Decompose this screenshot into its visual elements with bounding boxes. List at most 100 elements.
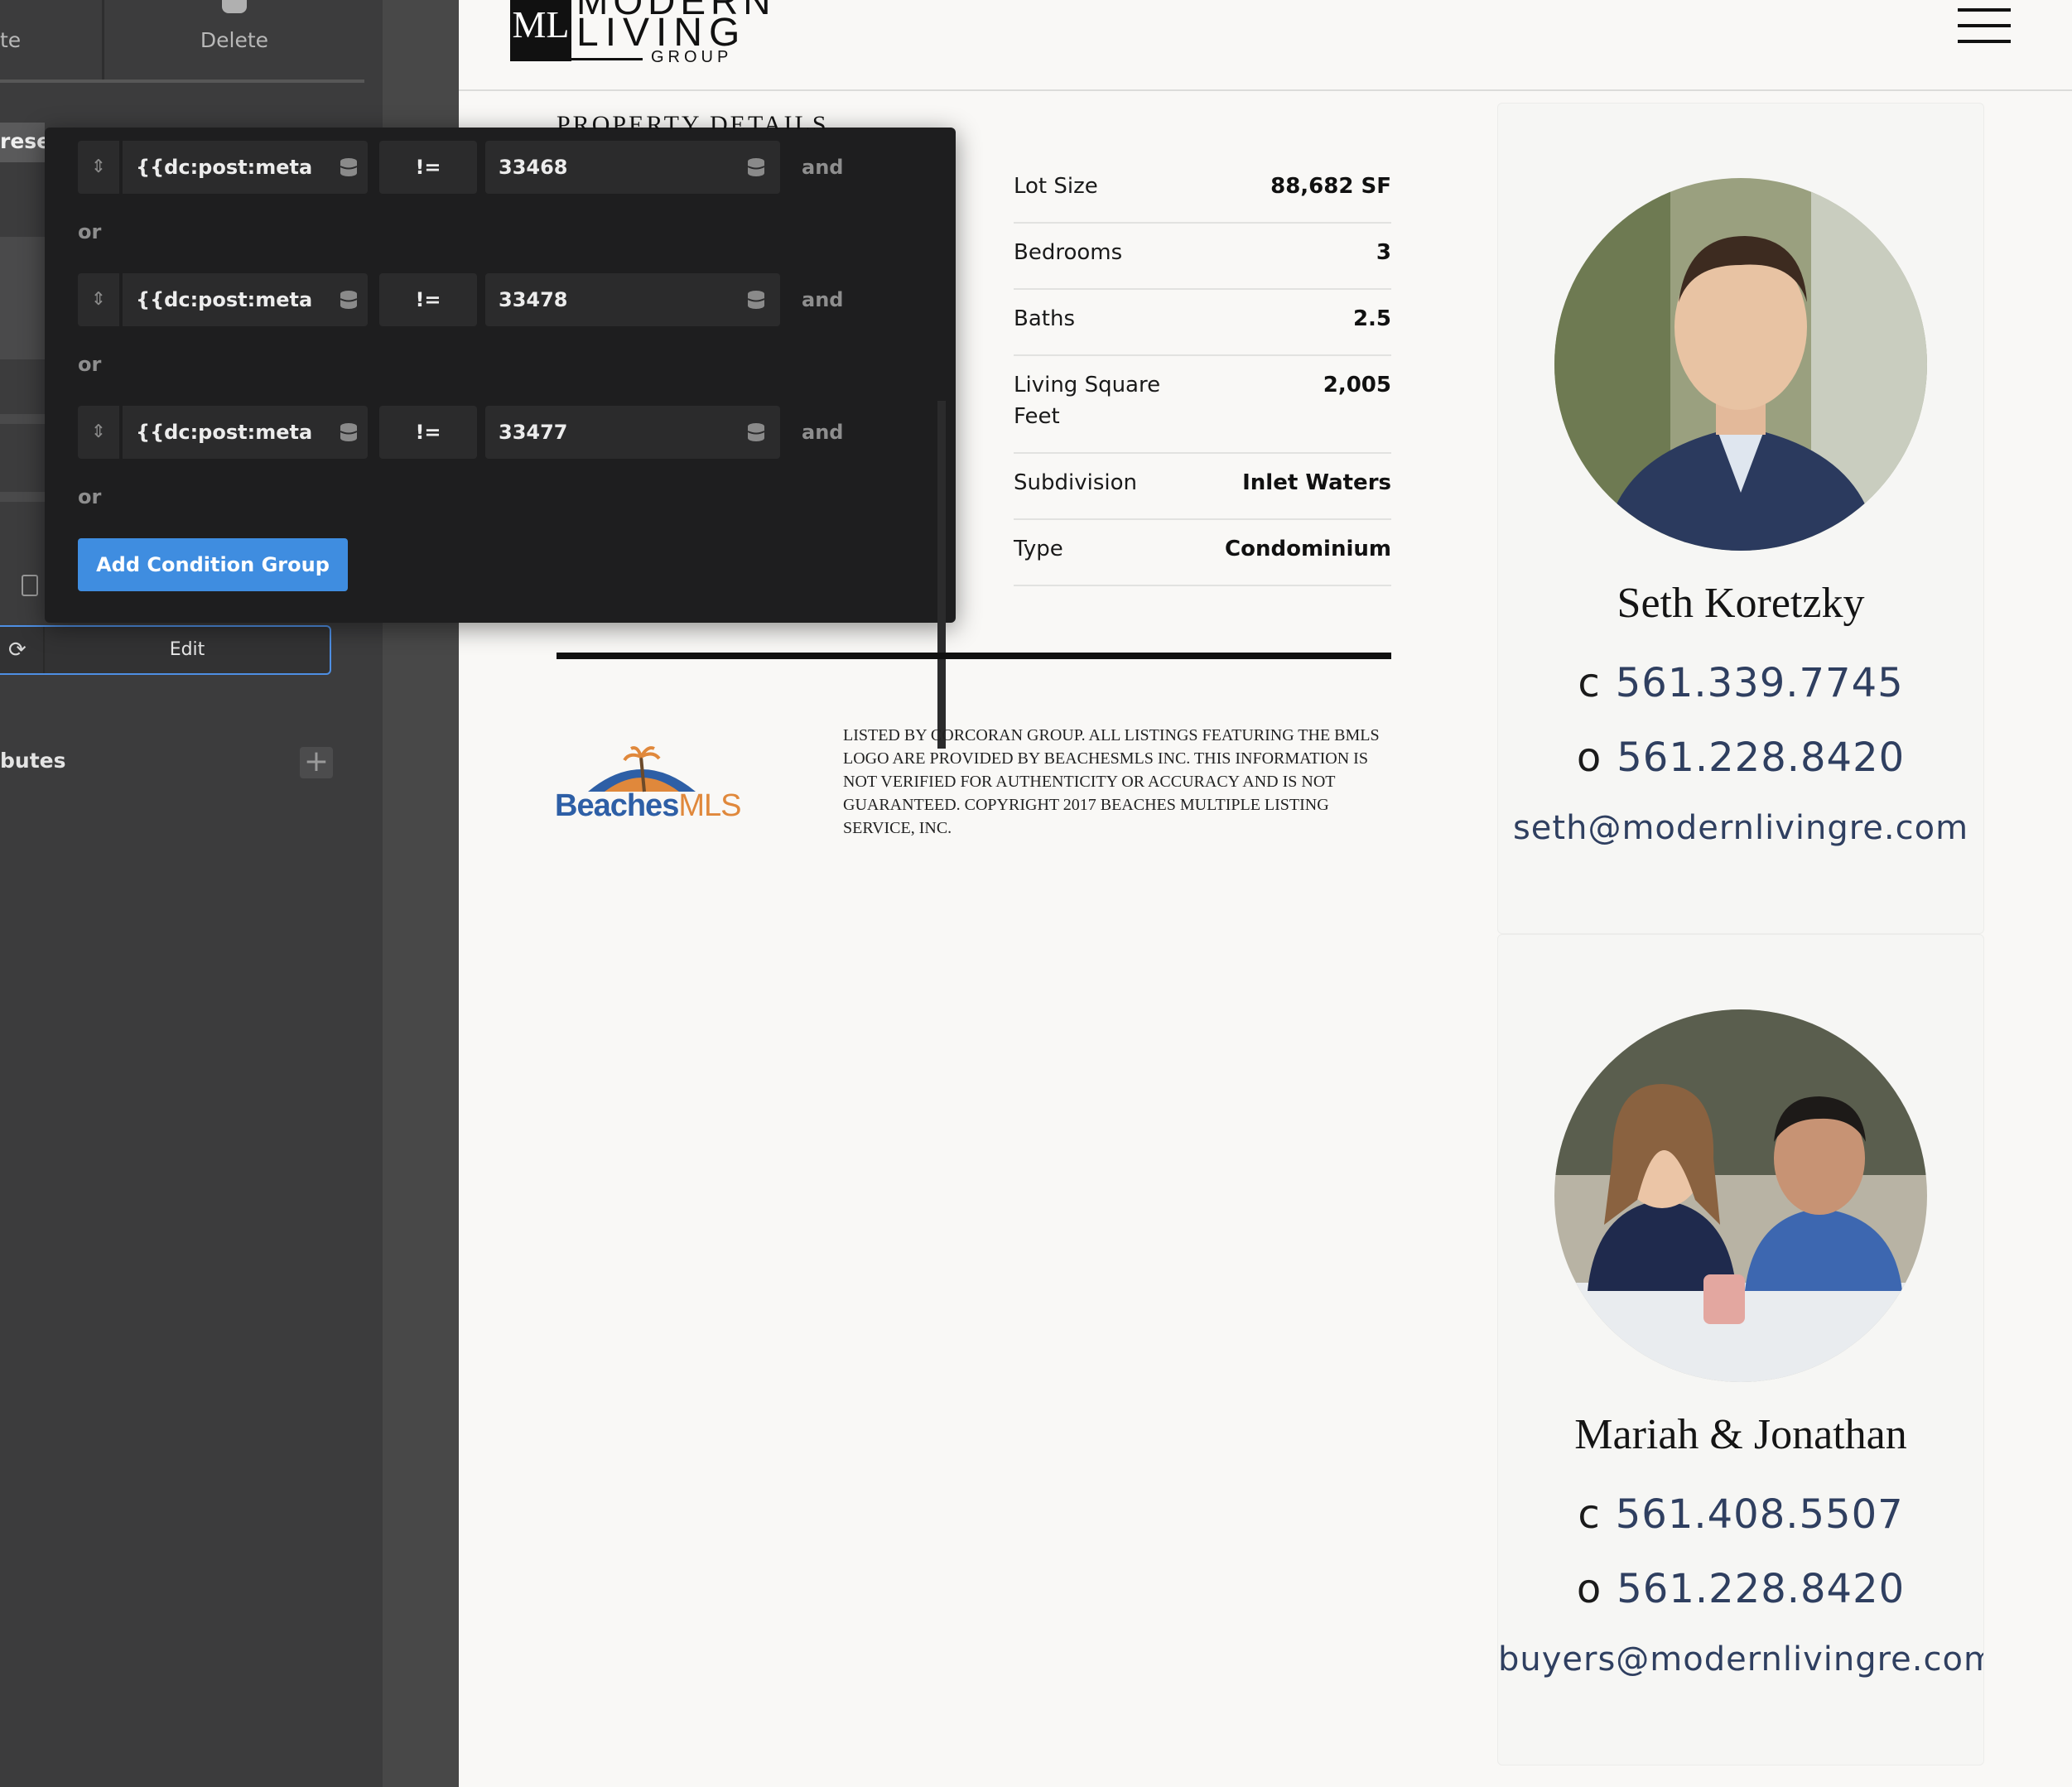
sort-handle-icon[interactable]: ⇕ (78, 273, 119, 326)
detail-label: Type (1014, 537, 1063, 561)
edit-button[interactable]: ⟳ Edit (0, 625, 331, 675)
or-separator: or (78, 220, 102, 243)
detail-row: Living Square Feet 2,005 (1014, 369, 1391, 454)
dynamic-content-icon[interactable] (340, 422, 358, 442)
condition-value-field[interactable]: 33477 (485, 406, 780, 459)
detail-label: Lot Size (1014, 174, 1098, 199)
edit-label: Edit (169, 639, 205, 660)
detail-row: Lot Size 88,682 SF (1014, 171, 1391, 224)
add-condition-group-button[interactable]: Add Condition Group (78, 538, 348, 591)
agent-card: Mariah & Jonathan c 561.408.5507 o 561.228… (1497, 934, 1984, 1765)
agent-card: Seth Koretzky c 561.339.7745 o 561.228.842… (1497, 103, 1984, 934)
agent-email-link[interactable]: seth@modernlivingre.com (1498, 809, 1983, 847)
detail-value: Inlet Waters (1242, 470, 1391, 495)
beachesmls-logo: BeachesMLS (555, 745, 741, 828)
listing-disclaimer: LISTED BY CORCORAN GROUP. ALL LISTINGS F… (843, 726, 1380, 837)
agent-office-phone[interactable]: o 561.228.8420 (1498, 1566, 1983, 1612)
dynamic-content-icon[interactable] (340, 157, 358, 177)
agent-name: Mariah & Jonathan (1574, 1411, 1907, 1458)
or-separator: or (78, 485, 102, 508)
palm-sunset-icon (588, 746, 696, 792)
condition-key-text: {{dc:post:meta key (136, 421, 320, 444)
condition-value-text: 33468 (499, 156, 568, 179)
sort-handle-icon[interactable]: ⇕ (78, 141, 119, 194)
detail-row: Subdivision Inlet Waters (1014, 467, 1391, 520)
agent-photo (1554, 178, 1927, 551)
add-attribute-button[interactable]: + (300, 747, 333, 778)
toolbar-underline (0, 79, 364, 83)
detail-value: 3 (1376, 240, 1391, 265)
condition-operator[interactable]: != (379, 406, 477, 459)
detail-value: 88,682 SF (1270, 174, 1391, 199)
sidebar-control-strip (0, 414, 45, 424)
condition-value-text: 33477 (499, 421, 568, 444)
agent-cell-phone[interactable]: c 561.408.5507 (1498, 1491, 1983, 1538)
condition-value-text: 33478 (499, 288, 568, 311)
dynamic-content-icon[interactable] (340, 290, 358, 310)
condition-value-field[interactable]: 33478 (485, 273, 780, 326)
detail-label: Living Square Feet (1014, 373, 1161, 429)
detail-value: 2,005 (1323, 373, 1391, 397)
sidebar-partial-action-label[interactable]: te (0, 28, 21, 52)
and-joiner[interactable]: and (802, 273, 843, 326)
cell-prefix: c (1578, 1491, 1601, 1538)
office-number[interactable]: 561.228.8420 (1617, 1566, 1905, 1612)
delete-label: Delete (200, 28, 269, 52)
agent-cell-phone[interactable]: c 561.339.7745 (1498, 660, 1983, 706)
detail-label: Subdivision (1014, 470, 1137, 495)
logo-rule (510, 58, 643, 60)
hamburger-icon[interactable] (1958, 8, 2011, 43)
cell-number[interactable]: 561.339.7745 (1616, 660, 1904, 706)
preset-tab-label: rese (0, 129, 51, 153)
office-prefix: o (1576, 735, 1602, 781)
condition-operator[interactable]: != (379, 273, 477, 326)
office-prefix: o (1576, 1566, 1602, 1612)
detail-value: 2.5 (1352, 306, 1391, 331)
condition-key-field[interactable]: {{dc:post:meta key (123, 273, 368, 326)
condition-value-field[interactable]: 33468 (485, 141, 780, 194)
cell-number[interactable]: 561.408.5507 (1616, 1491, 1904, 1538)
refresh-icon[interactable]: ⟳ (8, 638, 31, 662)
office-number[interactable]: 561.228.8420 (1617, 735, 1905, 781)
condition-operator[interactable]: != (379, 141, 477, 194)
preset-tab[interactable]: rese (0, 123, 51, 162)
detail-row: Bedrooms 3 (1014, 237, 1391, 290)
condition-key-field[interactable]: {{dc:post:meta key (123, 141, 368, 194)
plus-icon: + (303, 744, 330, 778)
agent-office-phone[interactable]: o 561.228.8420 (1498, 735, 1983, 781)
and-joiner[interactable]: and (802, 406, 843, 459)
popup-scrollbar[interactable] (937, 401, 946, 749)
condition-key-text: {{dc:post:meta key (136, 156, 320, 179)
attributes-heading: butes (0, 749, 66, 773)
or-separator: or (78, 353, 102, 376)
section-divider (557, 653, 1391, 659)
condition-key-field[interactable]: {{dc:post:meta key (123, 406, 368, 459)
logo-text-beaches: Beaches (555, 788, 679, 823)
logo-monogram: ML (510, 0, 571, 61)
sort-handle-icon[interactable]: ⇕ (78, 406, 119, 459)
site-header: ML MODERN LIVING GROUP (459, 0, 2072, 91)
detail-row: Baths 2.5 (1014, 303, 1391, 356)
logo-text-mls: MLS (678, 788, 741, 823)
section-title: PROPERTY DETAILS (557, 111, 829, 129)
detail-label: Bedrooms (1014, 240, 1123, 265)
detail-value: Condominium (1225, 537, 1391, 561)
and-joiner[interactable]: and (802, 141, 843, 194)
cell-prefix: c (1578, 660, 1601, 706)
conditions-popup: ⇕ {{dc:post:meta key != 33468 and or ⇕ {… (45, 128, 956, 749)
detail-row: Type Condominium (1014, 533, 1391, 586)
delete-button[interactable]: Delete (104, 0, 364, 79)
agent-name: Seth Koretzky (1617, 580, 1865, 627)
dynamic-content-icon[interactable] (747, 290, 765, 310)
sidebar-control-strip (0, 492, 45, 502)
condition-key-text: {{dc:post:meta key (136, 288, 320, 311)
dynamic-content-icon[interactable] (747, 422, 765, 442)
agent-email-link[interactable]: buyers@modernlivingre.com (1498, 1640, 1983, 1679)
sidebar-control-block (0, 237, 45, 359)
dynamic-content-icon[interactable] (747, 157, 765, 177)
device-icon[interactable] (22, 575, 38, 596)
agent-photo (1554, 1009, 1927, 1382)
trash-icon (222, 0, 247, 13)
detail-label: Baths (1014, 306, 1075, 331)
logo-word-sub: GROUP (651, 48, 733, 66)
